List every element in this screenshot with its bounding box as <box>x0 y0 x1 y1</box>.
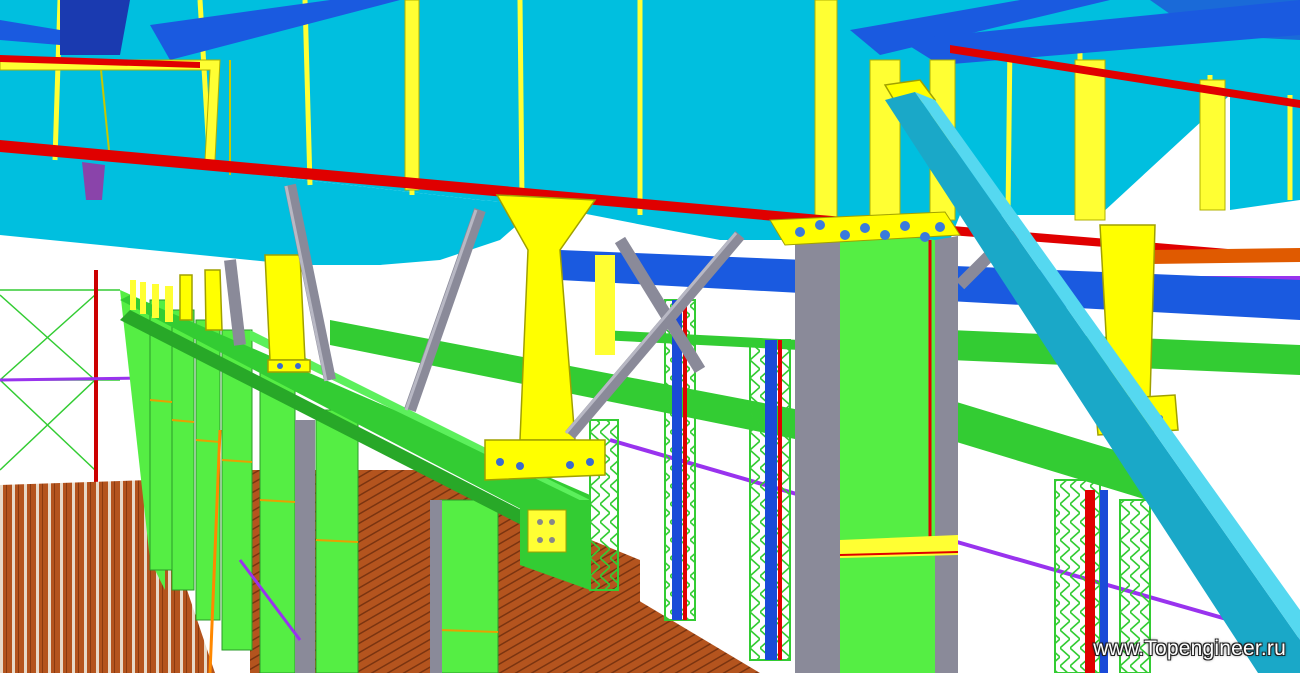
central-column <box>795 230 959 673</box>
purple-rail-left <box>0 376 151 382</box>
steel-structure-render <box>0 0 1300 673</box>
watermark: www.Topengineer.ru <box>1093 637 1286 660</box>
beam-splice-plate <box>527 509 567 553</box>
purple-hanger <box>82 162 105 200</box>
